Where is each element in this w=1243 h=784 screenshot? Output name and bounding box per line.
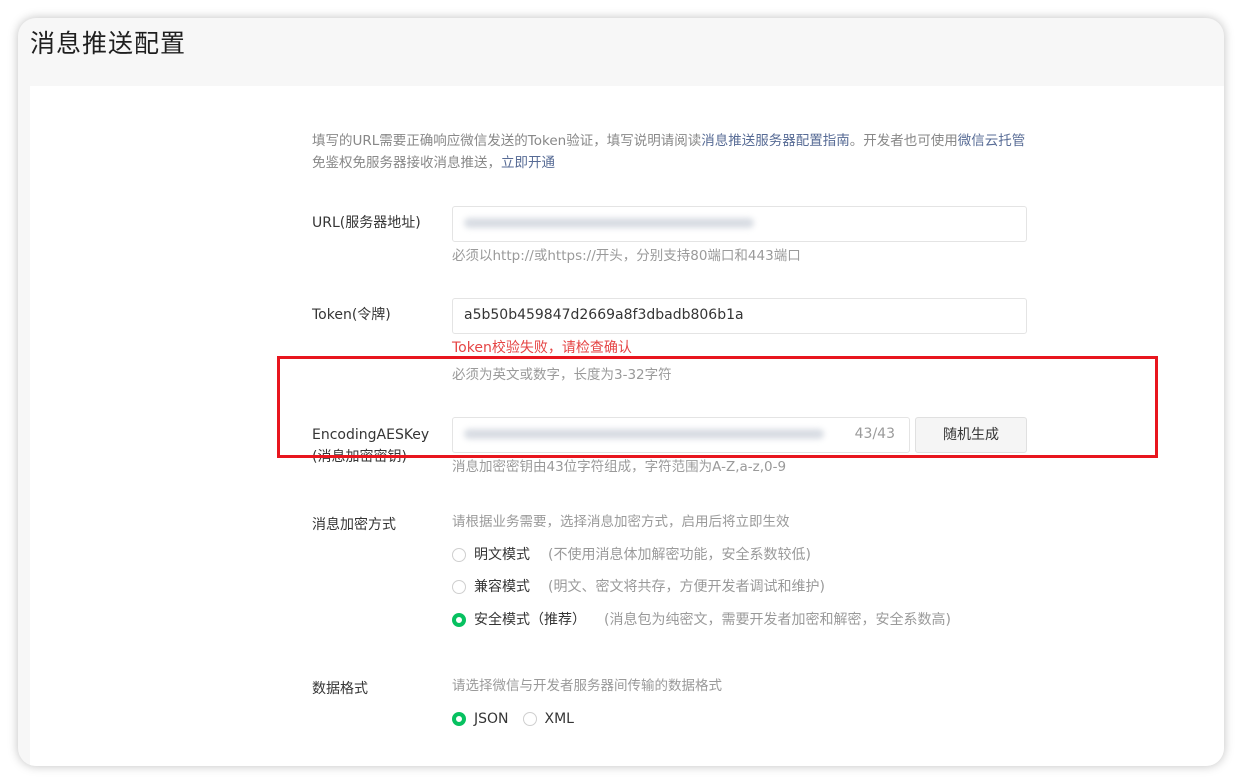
activate-now-link[interactable]: 立即开通 [501,155,555,171]
token-label: Token(令牌) [312,307,391,323]
format-option-xml[interactable]: XML [545,709,574,729]
radio-unchecked-icon[interactable] [452,548,466,562]
data-format-label: 数据格式 [312,681,368,697]
token-highlight-box [277,356,1158,458]
encryption-option-plain[interactable]: 明文模式 (不使用消息体加解密功能，安全系数较低) [452,545,811,565]
server-config-guide-link[interactable]: 消息推送服务器配置指南 [701,133,850,149]
app-window: 消息推送配置 填写的URL需要正确响应微信发送的Token验证，填写说明请阅读消… [18,18,1224,766]
radio-unchecked-icon[interactable] [522,712,537,726]
config-tip: 填写的URL需要正确响应微信发送的Token验证，填写说明请阅读消息推送服务器配… [312,133,1026,171]
format-option-json[interactable]: JSON [474,709,509,729]
encryption-hint: 请根据业务需要，选择消息加密方式，启用后将立即生效 [452,514,790,530]
encryption-option-secure[interactable]: 安全模式（推荐） (消息包为纯密文，需要开发者加密和解密，安全系数高) [452,610,951,630]
radio-unchecked-icon[interactable] [452,580,466,594]
config-panel: 填写的URL需要正确响应微信发送的Token验证，填写说明请阅读消息推送服务器配… [30,86,1224,766]
wechat-cloud-hosting-link[interactable]: 微信云托管 [958,133,1026,149]
data-format-options: JSON XML [452,709,574,729]
radio-checked-icon[interactable] [452,613,466,627]
aeskey-hint: 消息加密密钥由43位字符组成，字符范围为A-Z,a-z,0-9 [452,459,787,475]
page-title: 消息推送配置 [30,29,187,58]
encryption-label: 消息加密方式 [312,517,396,533]
encryption-option-compatible[interactable]: 兼容模式 (明文、密文将共存，方便开发者调试和维护) [452,577,825,597]
radio-checked-icon[interactable] [452,712,466,726]
url-input[interactable] [452,206,1027,242]
token-error: Token校验失败，请检查确认 [452,340,632,356]
blurred-url-value [464,218,754,228]
token-input[interactable]: a5b50b459847d2669a8f3dbadb806b1a [452,298,1027,334]
url-hint: 必须以http://或https://开头，分别支持80端口和443端口 [452,248,801,264]
data-format-hint: 请选择微信与开发者服务器间传输的数据格式 [452,678,722,694]
url-label: URL(服务器地址) [312,215,421,231]
